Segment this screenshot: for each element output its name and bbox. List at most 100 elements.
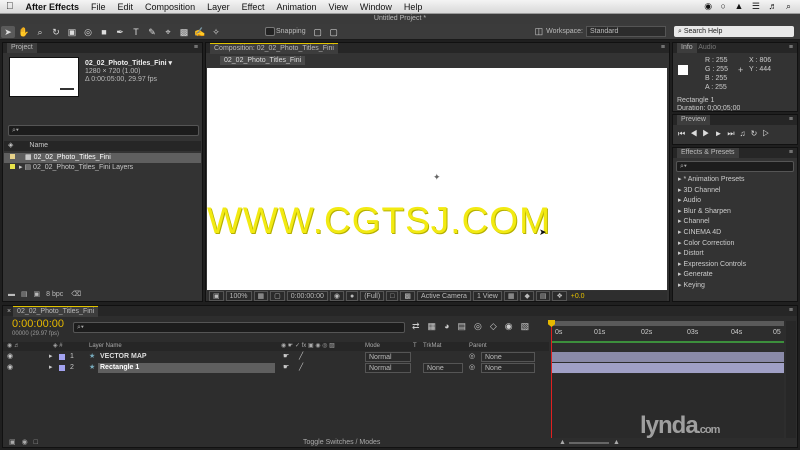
panel-menu-icon[interactable]: ≡: [789, 115, 793, 125]
ram-preview-icon[interactable]: ▷: [762, 129, 774, 138]
snapshot-icon[interactable]: ◉: [329, 291, 344, 301]
motion-blur-icon[interactable]: ◎: [474, 321, 490, 331]
flowchart-icon[interactable]: ❖: [552, 291, 567, 301]
brush-tool-icon[interactable]: ✎: [145, 26, 159, 38]
rotate-tool-icon[interactable]: ↻: [49, 26, 63, 38]
col-parent[interactable]: Parent: [469, 342, 487, 351]
layer-trkmat-select[interactable]: None: [423, 363, 463, 373]
roto-tool-icon[interactable]: ✍: [193, 26, 207, 38]
tab-audio[interactable]: Audio: [698, 44, 716, 51]
tab-effects-presets[interactable]: Effects & Presets: [677, 148, 739, 158]
layer-row[interactable]: ◉ ▸ 1 ★ VECTOR MAP ☛ ╱ Normal ◎ None: [3, 352, 549, 362]
menu-help[interactable]: Help: [398, 2, 429, 12]
snap-options-icon[interactable]: ▢: [311, 26, 325, 38]
timeline-timecode[interactable]: 0:00:00:00: [12, 318, 64, 330]
comp-viewer[interactable]: ✦ WWW.CGTSJ.COM ➤: [207, 68, 667, 290]
panel-menu-icon[interactable]: ≡: [789, 306, 793, 316]
last-frame-icon[interactable]: ⏭: [727, 129, 739, 138]
expand-arrow-icon[interactable]: ▸: [19, 164, 23, 171]
menu-app[interactable]: After Effects: [20, 2, 86, 12]
layer-mode-select[interactable]: Normal: [365, 352, 411, 362]
mute-icon[interactable]: ♫: [740, 129, 751, 138]
prev-frame-icon[interactable]: ◀: [690, 129, 702, 138]
rectangle-tool-icon[interactable]: ■: [97, 26, 111, 38]
eraser-tool-icon[interactable]: ▩: [177, 26, 191, 38]
mask-visibility-icon[interactable]: ▢: [270, 291, 285, 301]
camera-tool-icon[interactable]: ▣: [65, 26, 79, 38]
menu-file[interactable]: File: [85, 2, 112, 12]
shy-switch-icon[interactable]: ☛: [283, 363, 289, 373]
effect-category[interactable]: ▸ 3D Channel: [674, 186, 796, 197]
effect-category[interactable]: ▸ Expression Controls: [674, 260, 796, 271]
col-trkmat[interactable]: TrkMat: [423, 342, 441, 351]
pan-behind-tool-icon[interactable]: ◎: [81, 26, 95, 38]
panel-menu-icon[interactable]: ≡: [661, 43, 665, 53]
work-area-bar[interactable]: [551, 321, 784, 326]
trash-icon[interactable]: ⌫: [71, 291, 81, 298]
expand-modes-icon[interactable]: ◉: [22, 439, 28, 446]
effects-search-input[interactable]: ⌕▾: [676, 161, 794, 172]
next-frame-icon[interactable]: ►: [714, 129, 727, 138]
pen-tool-icon[interactable]: ✒: [113, 26, 127, 38]
magnification-select[interactable]: 100%: [225, 291, 252, 301]
tab-composition[interactable]: Composition: 02_02_Photo_Titles_Fini: [210, 43, 338, 54]
tab-preview[interactable]: Preview: [677, 115, 710, 125]
effect-category[interactable]: ▸ Color Correction: [674, 239, 796, 250]
new-comp-icon[interactable]: ▣: [34, 291, 41, 298]
search-help-field[interactable]: ⌕ Search Help: [674, 26, 794, 37]
loop-icon[interactable]: ↻: [751, 129, 763, 138]
tab-project[interactable]: Project: [7, 43, 37, 53]
timeline-icon[interactable]: ▤: [535, 291, 551, 301]
first-frame-icon[interactable]: ⏮: [678, 129, 690, 138]
close-tab-icon[interactable]: ×: [7, 308, 11, 315]
effect-category[interactable]: ▸ * Animation Presets: [674, 175, 796, 186]
play-icon[interactable]: ▶: [702, 129, 714, 138]
timeline-scrollbar[interactable]: [786, 321, 796, 438]
show-channel-icon[interactable]: ●: [345, 291, 359, 301]
shy-icon[interactable]: ◕: [444, 321, 457, 331]
effect-category[interactable]: ▸ Channel: [674, 217, 796, 228]
panel-menu-icon[interactable]: ≡: [194, 43, 198, 53]
effect-category[interactable]: ▸ Distort: [674, 249, 796, 260]
layer-name[interactable]: Rectangle 1: [98, 363, 275, 373]
safe-zones-icon[interactable]: ▦: [253, 291, 269, 301]
draft-3d-icon[interactable]: ▦: [428, 321, 445, 331]
timeline-search-input[interactable]: ⌕▾: [73, 322, 405, 333]
parent-pickwhip-icon[interactable]: ◎: [469, 363, 475, 373]
brainstorm-icon[interactable]: ◉: [505, 321, 521, 331]
project-item-comp[interactable]: ▦ 02_02_Photo_Titles_Fini: [4, 153, 201, 163]
zoom-tool-icon[interactable]: ⌕: [33, 26, 47, 38]
layer-parent-select[interactable]: None: [481, 352, 535, 362]
toggle-switches-modes-label[interactable]: Toggle Switches / Modes: [303, 438, 380, 448]
layer-label-swatch[interactable]: [59, 365, 65, 371]
col-name[interactable]: Name: [29, 142, 48, 149]
exposure-value[interactable]: +0.0: [571, 293, 585, 300]
expand-layer-switches-icon[interactable]: ▣: [9, 439, 16, 446]
current-time-field[interactable]: 0:00:00:00: [286, 291, 328, 301]
comp-name[interactable]: 02_02_Photo_Titles_Fini ▾: [85, 59, 172, 67]
layer-label-swatch[interactable]: [59, 354, 65, 360]
fast-previews-icon[interactable]: ◆: [520, 291, 534, 301]
effect-category[interactable]: ▸ CINEMA 4D: [674, 228, 796, 239]
expand-inout-icon[interactable]: □: [34, 439, 38, 446]
col-t[interactable]: T: [413, 342, 417, 351]
effect-category[interactable]: ▸ Blur & Sharpen: [674, 207, 796, 218]
quality-switch-icon[interactable]: ╱: [299, 363, 303, 373]
visibility-eye-icon[interactable]: ◉: [7, 363, 13, 373]
project-item-folder[interactable]: ▸ ▤ 02_02_Photo_Titles_Fini Layers: [4, 163, 201, 173]
effect-category[interactable]: ▸ Audio: [674, 196, 796, 207]
layer-mode-select[interactable]: Normal: [365, 363, 411, 373]
comp-subtab[interactable]: 02_02_Photo_Titles_Fini: [220, 56, 306, 65]
menu-composition[interactable]: Composition: [139, 2, 201, 12]
workspace-select[interactable]: Standard: [586, 26, 666, 37]
panel-menu-icon[interactable]: ≡: [789, 43, 793, 53]
new-folder-icon[interactable]: ▤: [21, 291, 28, 298]
text-tool-icon[interactable]: T: [129, 26, 143, 38]
menu-view[interactable]: View: [322, 2, 353, 12]
view-layout-select[interactable]: 1 View: [472, 291, 502, 301]
bpc-label[interactable]: 8 bpc: [46, 291, 63, 298]
resolution-select[interactable]: (Full): [360, 291, 385, 301]
menu-animation[interactable]: Animation: [270, 2, 322, 12]
graph-toggle-icon[interactable]: ▧: [521, 321, 538, 331]
col-layer-name[interactable]: Layer Name: [89, 342, 122, 351]
